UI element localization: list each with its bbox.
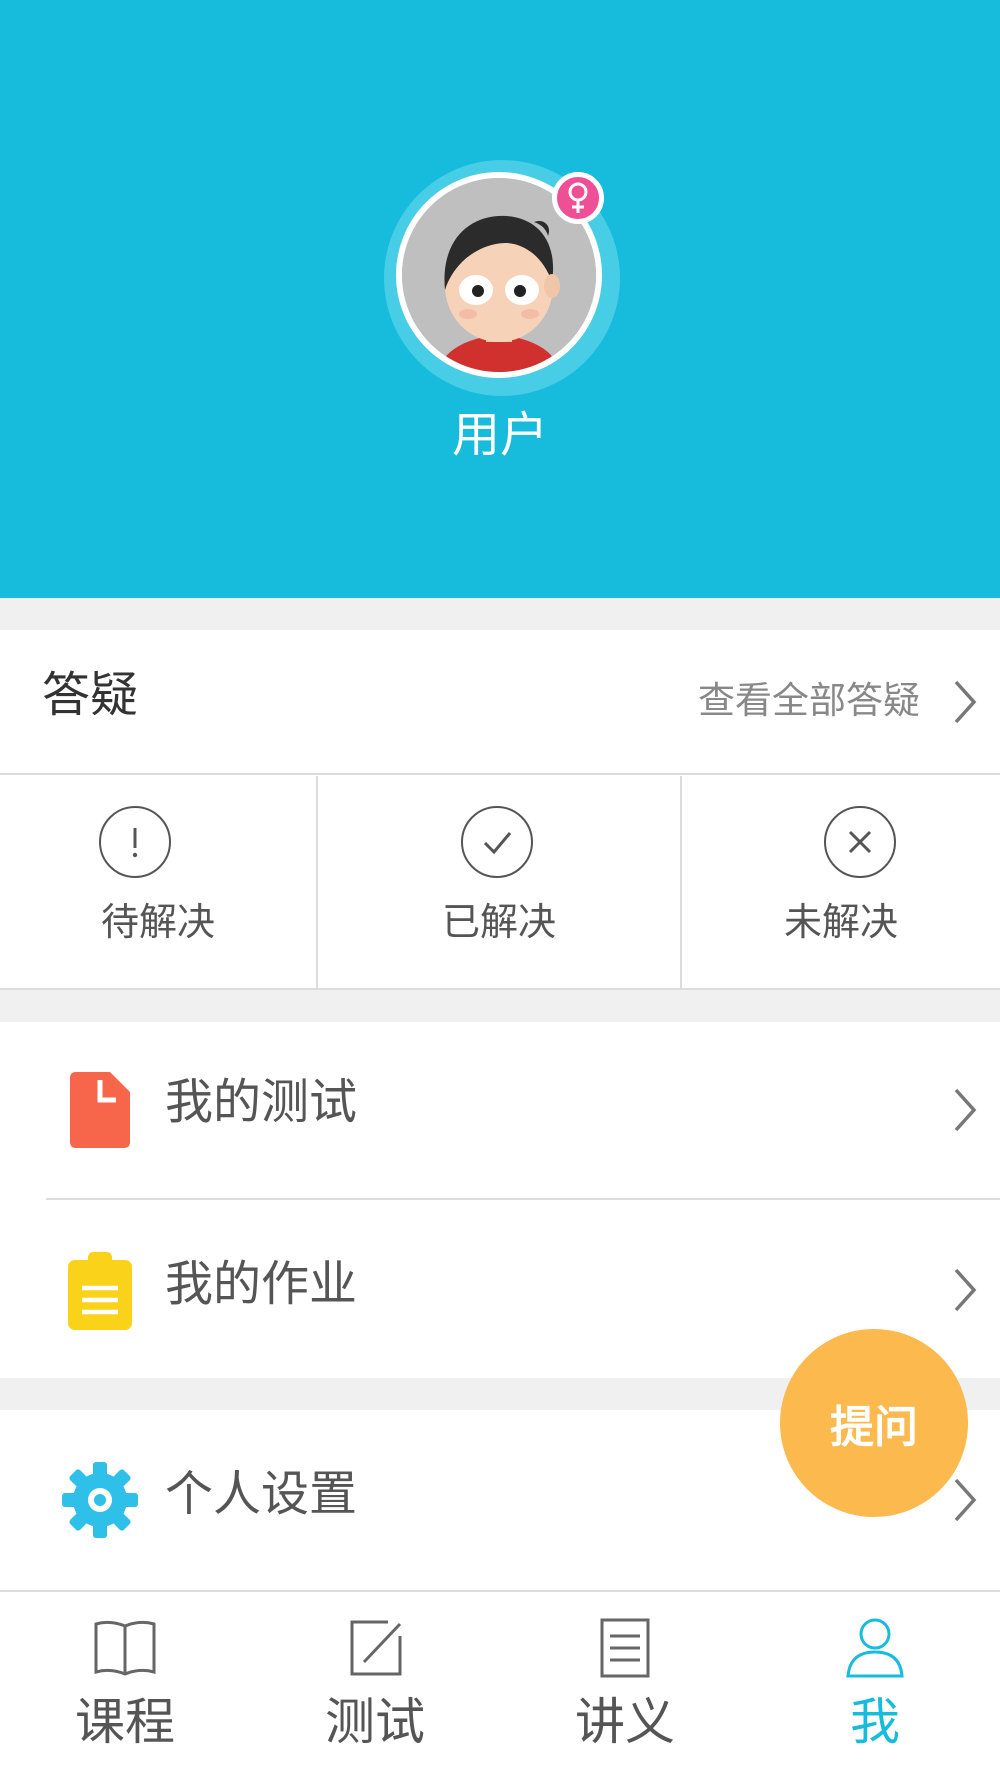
section-gap: [0, 990, 1000, 1022]
nav-label-tests: 测试: [325, 1693, 425, 1751]
qa-unresolved-cell[interactable]: 未解决: [682, 776, 1000, 990]
chevron-right-icon[interactable]: [950, 1474, 980, 1526]
edit-square-icon: [350, 1620, 402, 1676]
username: 用户: [451, 407, 548, 463]
my-tests-label: 我的测试: [165, 1074, 358, 1130]
female-symbol-icon: [552, 172, 604, 224]
nav-label-me: 我: [850, 1693, 900, 1751]
nav-item-tests[interactable]: 测试: [250, 1590, 500, 1778]
book-icon: [94, 1620, 156, 1676]
nav-item-courses[interactable]: 课程: [0, 1590, 250, 1778]
chevron-right-icon[interactable]: [950, 1264, 980, 1316]
check-circle-icon: [461, 806, 533, 878]
qa-pending-cell[interactable]: 待解决: [0, 776, 318, 990]
chevron-right-icon[interactable]: [950, 1084, 980, 1136]
x-circle-icon: [824, 806, 896, 878]
chevron-right-icon[interactable]: [950, 676, 980, 728]
nav-item-me[interactable]: 我: [750, 1590, 1000, 1778]
gear-icon: [62, 1462, 138, 1538]
user-icon: [846, 1618, 904, 1678]
ask-question-button[interactable]: 提问: [780, 1329, 968, 1517]
settings-label: 个人设置: [165, 1466, 358, 1522]
nav-label-handouts: 讲义: [575, 1693, 675, 1751]
nav-label-courses: 课程: [75, 1693, 175, 1751]
qa-pending-label: 待解决: [100, 900, 215, 944]
test-document-icon: [70, 1072, 130, 1148]
qa-resolved-cell[interactable]: 已解决: [318, 776, 682, 990]
my-tests-row[interactable]: [0, 1022, 1000, 1198]
clipboard-icon: [68, 1252, 132, 1330]
my-homework-label: 我的作业: [165, 1256, 358, 1312]
document-list-icon: [600, 1618, 650, 1678]
section-gap: [0, 598, 1000, 630]
exclamation-circle-icon: [99, 806, 171, 878]
nav-item-handouts[interactable]: 讲义: [500, 1590, 750, 1778]
qa-unresolved-label: 未解决: [783, 900, 898, 944]
qa-title: 答疑: [42, 667, 139, 723]
view-all-qa-link[interactable]: 查看全部答疑: [650, 675, 920, 727]
qa-resolved-label: 已解决: [441, 900, 556, 944]
